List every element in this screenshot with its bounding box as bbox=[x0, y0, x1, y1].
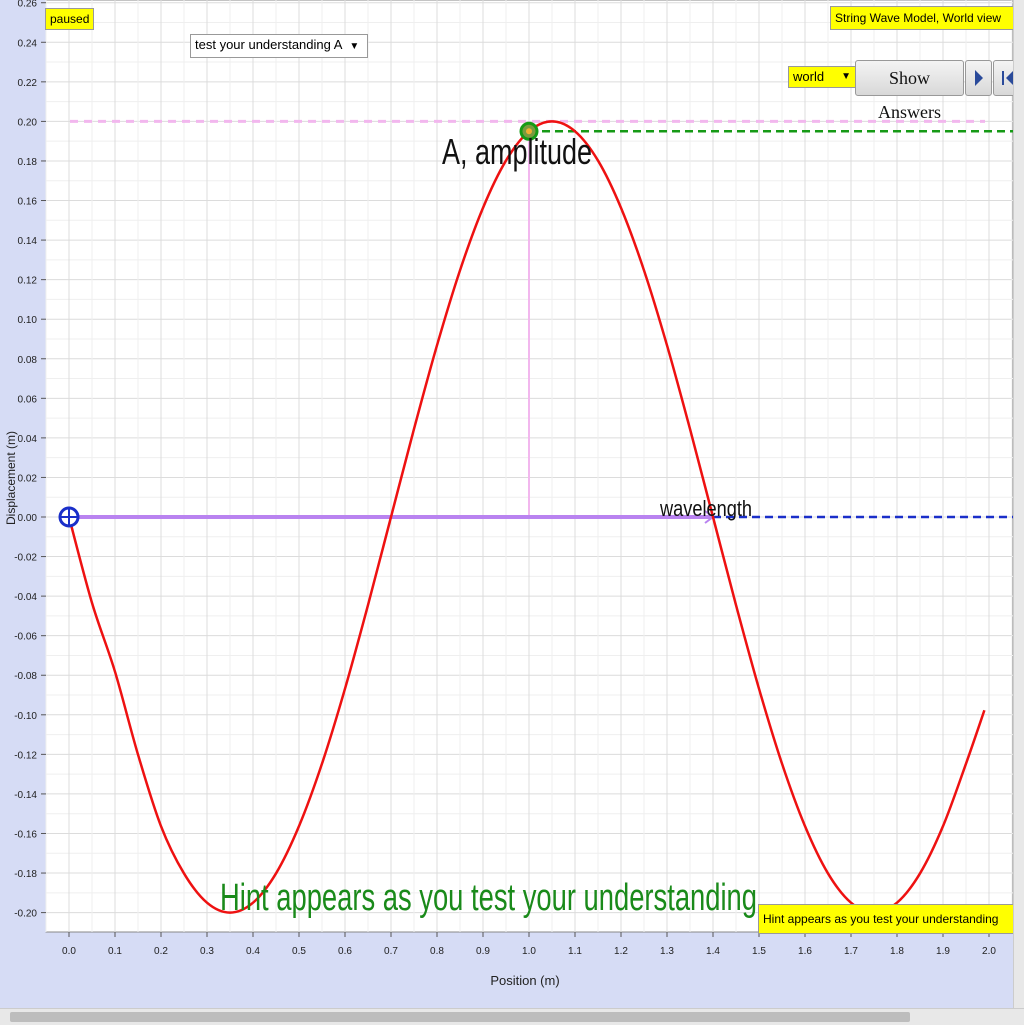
view-select-value: world bbox=[793, 69, 825, 84]
y-tick-label: -0.16 bbox=[14, 829, 37, 840]
x-tick-label: 1.3 bbox=[660, 946, 674, 957]
origin-drag-handle[interactable] bbox=[58, 506, 80, 528]
y-tick-label: 0.22 bbox=[18, 78, 38, 89]
y-tick-label: 0.00 bbox=[18, 513, 38, 524]
wave-chart: 0.26 0.24 0.22 0.20 0.18 0.16 0.14 0.12 0.10 0.08… bbox=[4, 0, 1014, 988]
chevron-down-icon: ▼ bbox=[349, 41, 360, 52]
x-tick-label: 1.0 bbox=[522, 946, 536, 957]
y-tick-label: 0.18 bbox=[18, 157, 38, 168]
wavelength-label: wavelength bbox=[659, 496, 752, 521]
y-tick-label: 0.20 bbox=[18, 117, 38, 128]
x-tick-label: 0.7 bbox=[384, 946, 398, 957]
y-tick-label: 0.14 bbox=[18, 236, 38, 247]
y-tick-label: 0.06 bbox=[18, 394, 38, 405]
x-tick-label: 0.1 bbox=[108, 946, 122, 957]
x-tick-label: 1.6 bbox=[798, 946, 812, 957]
hint-box: Hint appears as you test your understand… bbox=[758, 904, 1014, 934]
y-tick-label: 0.26 bbox=[18, 0, 38, 10]
x-tick-label: 0.6 bbox=[338, 946, 352, 957]
chevron-down-icon: ▼ bbox=[841, 71, 851, 82]
y-tick-label: -0.20 bbox=[14, 909, 37, 920]
model-title: String Wave Model, World view bbox=[830, 6, 1014, 30]
x-tick-label: 0.3 bbox=[200, 946, 214, 957]
y-tick-label: -0.04 bbox=[14, 592, 37, 603]
x-tick-label: 1.8 bbox=[890, 946, 904, 957]
y-tick-label: -0.08 bbox=[14, 671, 37, 682]
simulation-window: 0.26 0.24 0.22 0.20 0.18 0.16 0.14 0.12 0.10 0.08… bbox=[0, 0, 1024, 1025]
y-tick-label: 0.02 bbox=[18, 473, 38, 484]
x-tick-label: 0.8 bbox=[430, 946, 444, 957]
vertical-scrollbar[interactable] bbox=[1013, 0, 1024, 1010]
x-tick-label: 0.5 bbox=[292, 946, 306, 957]
understanding-select-value: test your understanding A bbox=[195, 37, 342, 52]
understanding-select[interactable]: test your understanding A ▼ bbox=[190, 34, 369, 58]
status-badge: paused bbox=[45, 8, 95, 30]
y-tick-label: -0.14 bbox=[14, 790, 37, 801]
y-tick-label: -0.10 bbox=[14, 711, 37, 722]
x-axis-ticks: 0.0 0.1 0.2 0.3 0.4 0.5 0.6 0.7 0.8 0.9 1.0 1.1 1.2 1… bbox=[62, 932, 996, 957]
x-tick-label: 1.1 bbox=[568, 946, 582, 957]
x-tick-label: 1.2 bbox=[614, 946, 628, 957]
x-tick-label: 0.9 bbox=[476, 946, 490, 957]
y-tick-label: 0.10 bbox=[18, 315, 38, 326]
x-tick-label: 1.7 bbox=[844, 946, 858, 957]
x-tick-label: 0.4 bbox=[246, 946, 260, 957]
y-axis-ticks: 0.26 0.24 0.22 0.20 0.18 0.16 0.14 0.12 0.10 0.08… bbox=[14, 0, 46, 920]
y-tick-label: 0.08 bbox=[18, 355, 38, 366]
y-axis-label: Displacement (m) bbox=[4, 431, 18, 525]
y-tick-label: 0.16 bbox=[18, 197, 38, 208]
hint-text: Hint appears as you test your understand… bbox=[220, 877, 757, 919]
y-tick-label: -0.12 bbox=[14, 750, 37, 761]
x-axis-label: Position (m) bbox=[490, 973, 559, 988]
x-tick-label: 2.0 bbox=[982, 946, 996, 957]
y-tick-label: -0.18 bbox=[14, 869, 37, 880]
show-answers-button[interactable]: Show Answers bbox=[855, 60, 964, 122]
x-tick-label: 1.9 bbox=[936, 946, 950, 957]
y-tick-label: -0.06 bbox=[14, 632, 37, 643]
view-select[interactable]: world ▼ bbox=[788, 66, 856, 88]
play-icon bbox=[975, 70, 983, 86]
y-tick-label: 0.04 bbox=[18, 434, 38, 445]
horizontal-scrollbar[interactable] bbox=[0, 1008, 1024, 1025]
x-tick-label: 1.4 bbox=[706, 946, 720, 957]
x-tick-label: 1.5 bbox=[752, 946, 766, 957]
horizontal-scrollbar-thumb[interactable] bbox=[10, 1012, 910, 1022]
x-tick-label: 0.2 bbox=[154, 946, 168, 957]
y-tick-label: 0.24 bbox=[18, 38, 38, 49]
y-tick-label: 0.12 bbox=[18, 276, 38, 287]
play-button[interactable] bbox=[965, 60, 992, 96]
x-tick-label: 0.0 bbox=[62, 946, 76, 957]
y-tick-label: -0.02 bbox=[14, 553, 37, 564]
amplitude-label: A, amplitude bbox=[442, 131, 592, 172]
